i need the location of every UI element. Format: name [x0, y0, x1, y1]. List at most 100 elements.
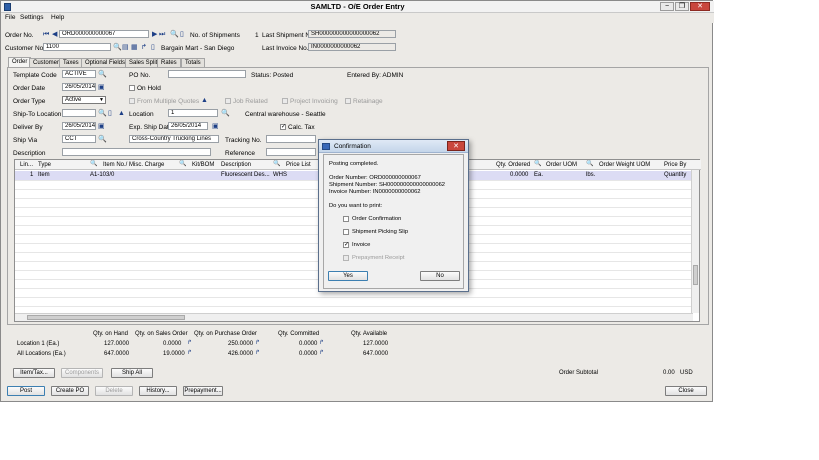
col-description[interactable]: Description	[221, 162, 251, 168]
drilldown-icon[interactable]: ↱	[319, 350, 324, 357]
menu-settings[interactable]: Settings	[20, 14, 44, 21]
close-icon[interactable]: ✕	[447, 141, 465, 151]
tab-sales-split[interactable]: Sales Split	[125, 58, 162, 67]
up-arrow-icon[interactable]: ▲	[201, 97, 208, 104]
customer-no-label: Customer No.	[5, 45, 46, 52]
cell-weight-uom: lbs.	[586, 172, 596, 178]
deliver-by-label: Deliver By	[13, 124, 43, 131]
no-button[interactable]: No	[420, 271, 460, 281]
ship-via-finder-icon[interactable]: 🔍	[98, 136, 107, 143]
dialog-shipment-number: Shipment Number: SH000000000000000062	[329, 182, 446, 188]
prepayment-button[interactable]: Prepayment...	[183, 386, 223, 396]
col-order-weight-uom[interactable]: Order Weight UOM	[599, 162, 650, 168]
order-confirmation-checkbox[interactable]	[343, 216, 349, 222]
tab-customer[interactable]: Customer	[29, 58, 64, 67]
on-hold-checkbox[interactable]	[129, 85, 135, 91]
order-date-label: Order Date	[13, 85, 46, 92]
invoice-checkbox[interactable]: ✓	[343, 242, 349, 248]
col-kit-bom[interactable]: Kit/BOM	[192, 162, 214, 168]
menu-file[interactable]: File	[5, 14, 15, 21]
scroll-thumb[interactable]	[27, 315, 185, 320]
tracking-no-field[interactable]	[266, 135, 316, 143]
reference-field[interactable]	[266, 148, 316, 156]
summary-value: 0.0000	[299, 341, 318, 347]
column-finder-icon[interactable]: 🔍	[179, 161, 186, 168]
close-button[interactable]: Close	[665, 386, 707, 396]
minimize-button[interactable]: −	[660, 2, 674, 11]
column-finder-icon[interactable]: 🔍	[534, 161, 541, 168]
col-qty-ordered[interactable]: Qty. Ordered	[496, 162, 530, 168]
last-record-icon[interactable]: ⏭	[159, 31, 165, 38]
customer-zoom-icon[interactable]: ▯	[151, 44, 155, 51]
ship-to-zoom-icon[interactable]: ▯	[108, 110, 112, 117]
shipment-picking-slip-checkbox[interactable]	[343, 229, 349, 235]
customer-drilldown-icon[interactable]: ↱	[141, 44, 147, 51]
deliver-by-field[interactable]: 26/05/2014	[62, 122, 96, 130]
restore-button[interactable]: ❐	[675, 2, 689, 11]
menu-help[interactable]: Help	[51, 14, 64, 21]
col-item-no[interactable]: Item No./ Misc. Charge	[103, 162, 164, 168]
previous-record-icon[interactable]: ◀	[52, 31, 57, 38]
customer-details-icon[interactable]: ▤	[122, 44, 129, 51]
template-finder-icon[interactable]: 🔍	[98, 71, 107, 78]
tab-rates[interactable]: Rates	[157, 58, 181, 67]
calendar-icon[interactable]: ▣	[98, 123, 105, 130]
ship-via-name-field[interactable]: Cross-Country Trucking Lines	[129, 135, 219, 143]
column-finder-icon[interactable]: 🔍	[273, 161, 280, 168]
column-finder-icon[interactable]: 🔍	[90, 161, 97, 168]
drilldown-icon[interactable]: ↱	[187, 340, 192, 347]
item-tax-button[interactable]: Item/Tax...	[13, 368, 55, 378]
up-arrow-icon[interactable]: ▲	[118, 110, 125, 117]
ship-all-button[interactable]: Ship All	[111, 368, 153, 378]
customer-new-icon[interactable]: ▦	[131, 44, 138, 51]
exp-ship-date-field[interactable]: 26/05/2014	[168, 122, 208, 130]
order-no-field[interactable]: ORD000000000067	[59, 30, 149, 38]
template-code-field[interactable]: ACTIVE	[62, 70, 96, 78]
create-po-button[interactable]: Create PO	[51, 386, 89, 396]
new-document-icon[interactable]: ▯	[180, 31, 184, 38]
col-price-list[interactable]: Price List	[286, 162, 311, 168]
drilldown-icon[interactable]: ↱	[187, 350, 192, 357]
vertical-scrollbar[interactable]	[691, 170, 699, 313]
col-price-by[interactable]: Price By	[664, 162, 686, 168]
tab-order[interactable]: Order	[8, 57, 32, 67]
description-field[interactable]	[62, 148, 211, 156]
calendar-icon[interactable]: ▣	[98, 84, 105, 91]
post-button[interactable]: Post	[7, 386, 45, 396]
calc-tax-checkbox[interactable]: ✓	[280, 124, 286, 130]
tab-optional-fields[interactable]: Optional Fields	[81, 58, 130, 67]
scroll-thumb[interactable]	[693, 265, 698, 285]
location-field[interactable]: 1	[168, 109, 218, 117]
col-order-uom[interactable]: Order UOM	[546, 162, 577, 168]
col-line[interactable]: Lin...	[20, 162, 33, 168]
customer-no-field[interactable]: 1100	[43, 43, 111, 51]
col-type[interactable]: Type	[38, 162, 51, 168]
tab-totals[interactable]: Totals	[181, 58, 205, 67]
order-date-field[interactable]: 26/05/2014	[62, 83, 96, 91]
qty-committed-header: Qty. Committed	[278, 331, 320, 337]
drilldown-icon[interactable]: ↱	[319, 340, 324, 347]
customer-finder-icon[interactable]: 🔍	[113, 44, 122, 51]
order-type-select[interactable]: Active	[62, 96, 106, 104]
first-record-icon[interactable]: ⏮	[43, 31, 49, 38]
next-record-icon[interactable]: ▶	[152, 31, 157, 38]
history-button[interactable]: History...	[139, 386, 177, 396]
horizontal-scrollbar[interactable]	[15, 313, 693, 321]
column-finder-icon[interactable]: 🔍	[586, 161, 593, 168]
close-window-button[interactable]: ✕	[690, 2, 710, 11]
delete-button[interactable]: Delete	[95, 386, 133, 396]
calendar-icon[interactable]: ▣	[212, 123, 219, 130]
components-button[interactable]: Components	[61, 368, 103, 378]
ship-to-location-field[interactable]	[62, 109, 96, 117]
dialog-title: Confirmation	[334, 143, 371, 150]
location-finder-icon[interactable]: 🔍	[221, 110, 230, 117]
last-invoice-field: IN0000000000062	[308, 43, 396, 51]
drilldown-icon[interactable]: ↱	[255, 350, 260, 357]
ship-via-field[interactable]: CCT	[62, 135, 96, 143]
tab-taxes[interactable]: Taxes	[59, 58, 83, 67]
finder-icon[interactable]: 🔍	[170, 31, 179, 38]
po-no-field[interactable]	[168, 70, 246, 78]
yes-button[interactable]: Yes	[328, 271, 368, 281]
drilldown-icon[interactable]: ↱	[255, 340, 260, 347]
ship-to-finder-icon[interactable]: 🔍	[98, 110, 107, 117]
